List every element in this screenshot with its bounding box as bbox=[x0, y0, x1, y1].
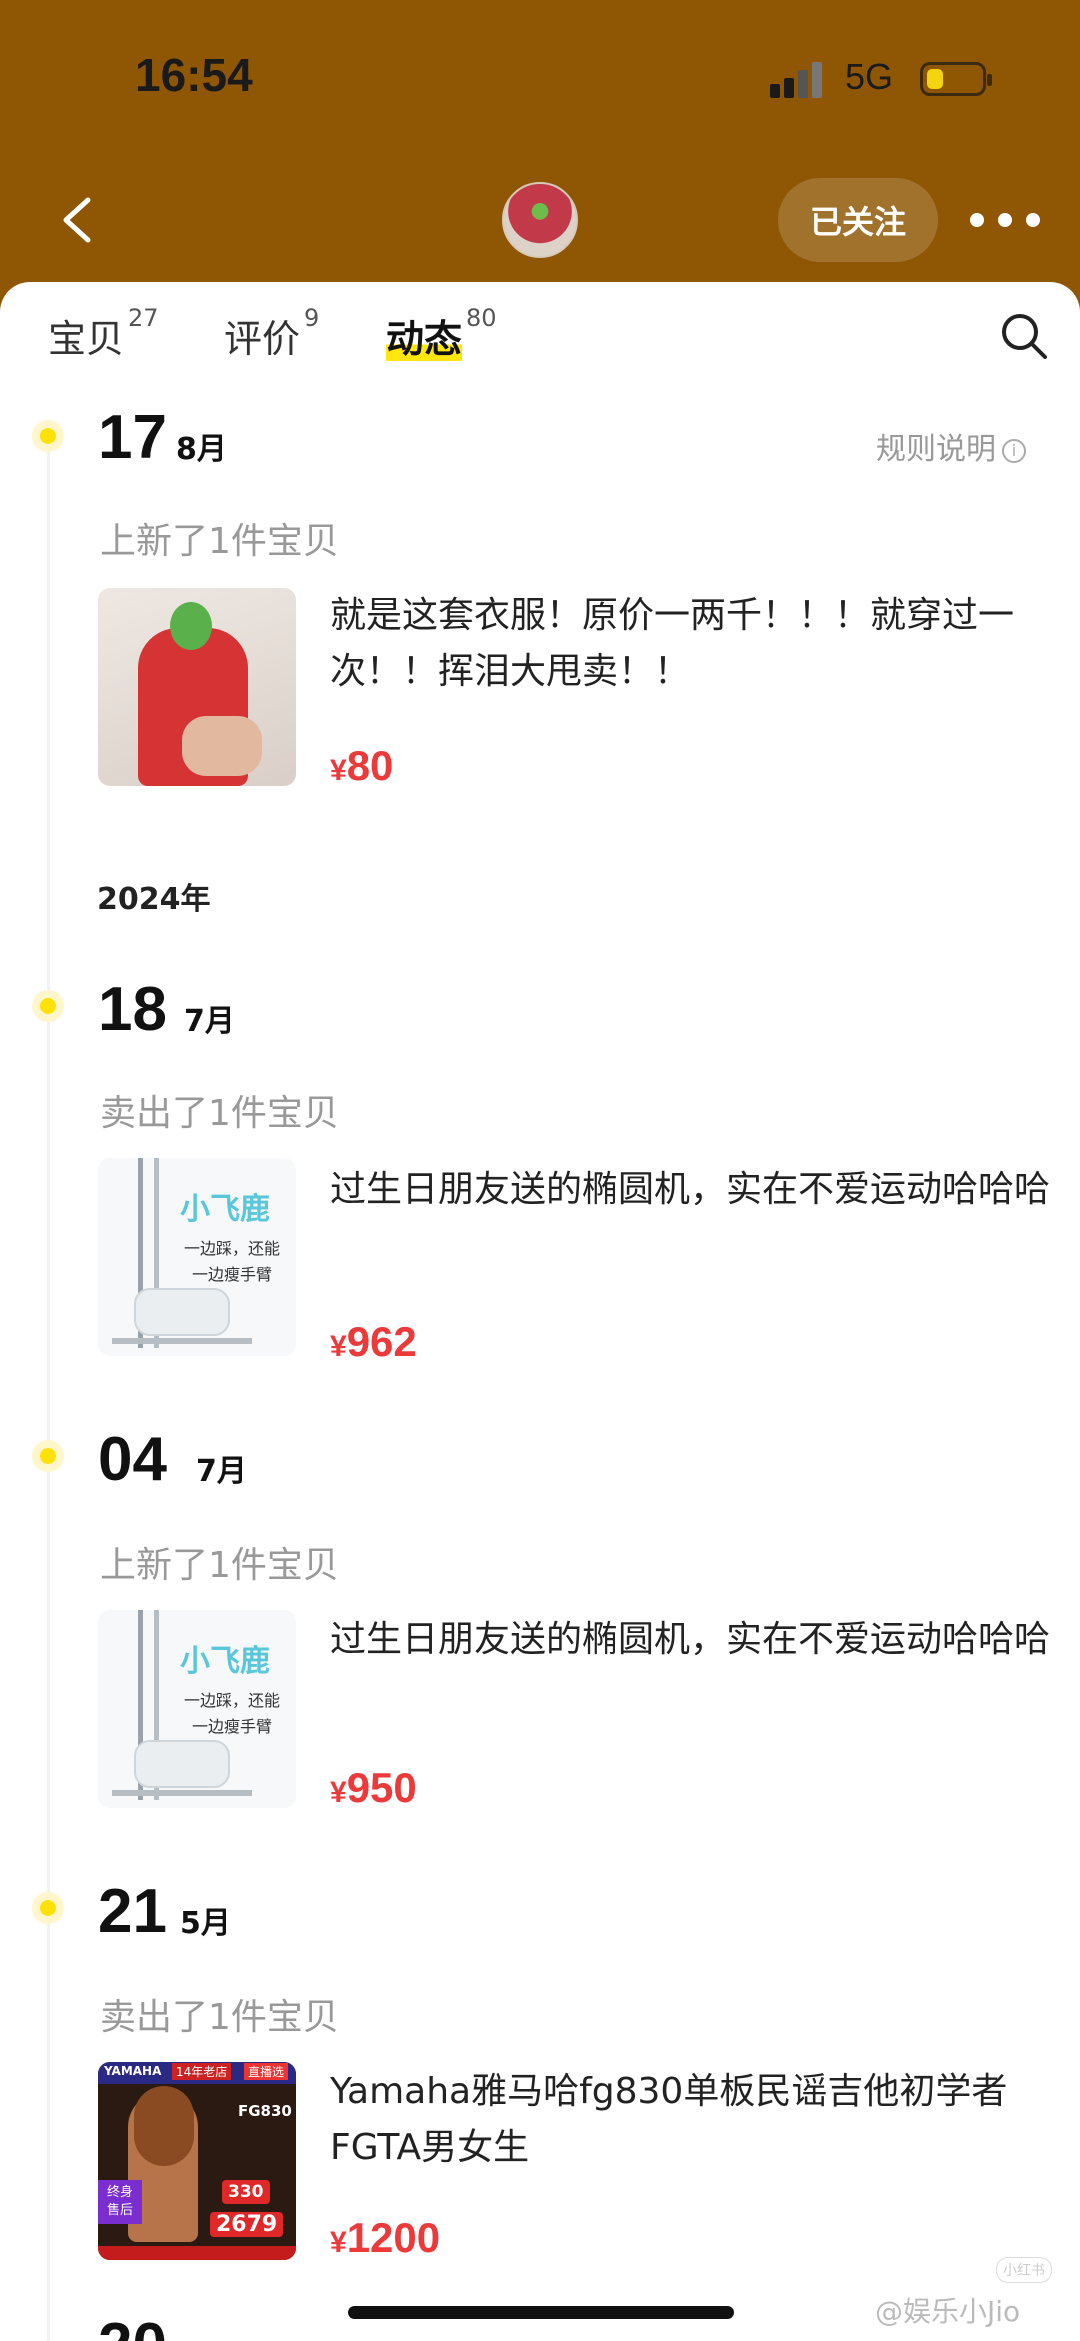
top-nav: 已关注 bbox=[0, 170, 1080, 280]
status-bar: 16:54 5G bbox=[0, 0, 1080, 160]
content-card: 宝贝 27 评价 9 动态 80 规则说明 i 17 8月 上新了1件宝贝 就是这套衣服… bbox=[0, 282, 1080, 2341]
entry-day: 04 bbox=[98, 1425, 167, 1494]
status-time: 16:54 bbox=[135, 49, 253, 101]
timeline-line bbox=[47, 1002, 50, 2341]
tab-activity[interactable]: 动态 80 bbox=[386, 304, 497, 363]
more-icon[interactable] bbox=[970, 198, 1040, 242]
tab-reviews[interactable]: 评价 9 bbox=[224, 304, 319, 363]
entry-action: 卖出了1件宝贝 bbox=[100, 1093, 339, 1134]
home-indicator[interactable] bbox=[348, 2306, 734, 2319]
product-price: ¥80 bbox=[330, 742, 394, 789]
follow-button[interactable]: 已关注 bbox=[778, 178, 938, 262]
avatar[interactable] bbox=[502, 182, 578, 258]
entry-day-partial: 20 bbox=[98, 2310, 167, 2341]
product-description[interactable]: 过生日朋友送的椭圆机，实在不爱运动哈哈哈 bbox=[330, 1162, 1050, 1218]
year-divider: 2024年 bbox=[97, 882, 211, 917]
product-image[interactable]: 小飞鹿 一边踩，还能 一边瘦手臂 bbox=[98, 1610, 296, 1808]
product-image[interactable]: YAMAHA 14年老店 直播选 FG830 终身 售后 330 2679 bbox=[98, 2062, 296, 2260]
entry-day: 17 bbox=[98, 403, 167, 472]
timeline-dot bbox=[32, 990, 64, 1022]
timeline-dot bbox=[32, 420, 64, 452]
watermark: @娱乐小Jio bbox=[875, 2295, 1021, 2328]
network-type: 5G bbox=[845, 56, 894, 97]
info-icon: i bbox=[1002, 438, 1026, 463]
timeline-dot bbox=[32, 1440, 64, 1472]
search-icon[interactable] bbox=[998, 310, 1050, 362]
tab-items[interactable]: 宝贝 27 bbox=[48, 304, 159, 363]
watermark-small: 小红书 bbox=[996, 2257, 1052, 2283]
entry-action: 上新了1件宝贝 bbox=[100, 1545, 339, 1586]
entry-month: 5月 bbox=[180, 1906, 231, 1941]
product-image[interactable] bbox=[98, 588, 296, 786]
product-description[interactable]: 过生日朋友送的椭圆机，实在不爱运动哈哈哈 bbox=[330, 1612, 1050, 1668]
product-description[interactable]: 就是这套衣服！原价一两千！！！就穿过一次！！挥泪大甩卖！！ bbox=[330, 588, 1050, 700]
product-image[interactable]: 小飞鹿 一边踩，还能 一边瘦手臂 bbox=[98, 1158, 296, 1356]
battery-icon bbox=[920, 62, 992, 96]
product-price: ¥962 bbox=[330, 1318, 417, 1365]
tab-bar: 宝贝 27 评价 9 动态 80 bbox=[0, 282, 1080, 382]
back-icon[interactable] bbox=[50, 190, 110, 250]
entry-day: 18 bbox=[98, 975, 167, 1044]
timeline-dot bbox=[32, 1892, 64, 1924]
entry-action: 卖出了1件宝贝 bbox=[100, 1997, 339, 2038]
product-description[interactable]: Yamaha雅马哈fg830单板民谣吉他初学者FGTA男女生 bbox=[330, 2064, 1050, 2176]
entry-day: 21 bbox=[98, 1877, 167, 1946]
product-price: ¥950 bbox=[330, 1764, 417, 1811]
entry-month: 7月 bbox=[184, 1004, 235, 1039]
product-price: ¥1200 bbox=[330, 2214, 441, 2261]
rule-explanation-link[interactable]: 规则说明 i bbox=[876, 424, 1026, 468]
signal-icon bbox=[770, 62, 826, 98]
entry-month: 7月 bbox=[196, 1454, 247, 1489]
entry-month: 8月 bbox=[176, 432, 227, 467]
entry-action: 上新了1件宝贝 bbox=[100, 521, 339, 562]
